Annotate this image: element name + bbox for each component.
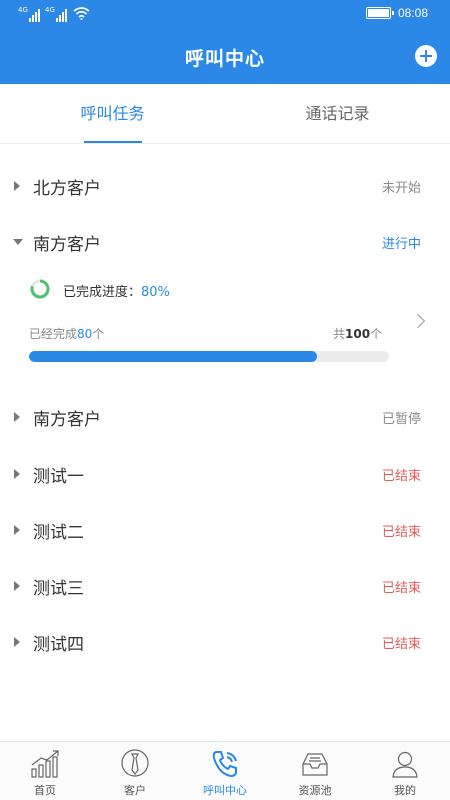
tab-bar: 呼叫任务 通话记录 [0, 84, 450, 144]
task-name: 测试二 [33, 523, 84, 543]
task-name: 测试三 [33, 579, 84, 599]
task-status: 进行中 [381, 237, 421, 252]
progress-bar [29, 351, 389, 362]
user-icon [392, 751, 418, 778]
total-count: 100 [345, 327, 371, 341]
nav-label: 资源池 [298, 784, 332, 797]
progress-percent: 80% [141, 285, 170, 300]
nav-label: 我的 [394, 784, 416, 797]
task-status: 未开始 [381, 181, 421, 196]
task-row-expanded[interactable]: 南方客户 进行中 [0, 222, 450, 262]
signal-1-label: 4G [18, 6, 28, 14]
nav-home[interactable]: 首页 [0, 742, 90, 800]
task-status: 已结束 [381, 637, 421, 652]
caret-right-icon [14, 581, 20, 591]
nav-label: 客户 [124, 784, 146, 797]
task-row[interactable]: 测试二 已结束 [0, 510, 450, 550]
status-bar: 4G 4G 08:08 [0, 0, 450, 28]
nav-call-center[interactable]: 呼叫中心 [180, 742, 270, 800]
task-name: 南方客户 [33, 410, 101, 430]
nav-label: 呼叫中心 [203, 784, 247, 797]
app-header: 呼叫中心 [0, 28, 450, 84]
phone-icon [212, 751, 237, 778]
signal-1-icon: 4G [18, 6, 41, 22]
add-button[interactable] [415, 45, 437, 67]
caret-right-icon [14, 181, 20, 191]
customer-tie-icon [121, 749, 149, 777]
task-row[interactable]: 测试一 已结束 [0, 454, 450, 494]
active-tab-indicator [84, 141, 142, 143]
total-count-label: 共100个 [333, 325, 382, 342]
nav-customers[interactable]: 客户 [90, 742, 180, 800]
tab-call-tasks[interactable]: 呼叫任务 [0, 84, 225, 144]
battery-icon [366, 7, 394, 19]
total-prefix: 共 [333, 327, 346, 341]
task-status: 已暂停 [381, 412, 421, 427]
signal-2-icon: 4G [45, 6, 68, 22]
task-name: 南方客户 [33, 235, 101, 255]
progress-label: 已完成进度：80% [63, 281, 170, 300]
inbox-tray-icon [302, 753, 328, 776]
bottom-nav: 首页 客户 呼叫中心 资源池 我的 [0, 741, 450, 800]
tab-call-records[interactable]: 通话记录 [225, 84, 450, 144]
nav-profile[interactable]: 我的 [360, 742, 450, 800]
done-count-label: 已经完成80个 [29, 325, 104, 342]
task-status: 已结束 [381, 525, 421, 540]
task-status: 已结束 [381, 581, 421, 596]
caret-down-icon [13, 239, 23, 245]
nav-resource-pool[interactable]: 资源池 [270, 742, 360, 800]
task-status: 已结束 [381, 469, 421, 484]
progress-bar-fill [29, 351, 317, 362]
task-row[interactable]: 测试三 已结束 [0, 566, 450, 606]
page-title: 呼叫中心 [184, 48, 265, 70]
done-prefix: 已经完成 [29, 327, 78, 341]
task-name: 测试四 [33, 635, 84, 655]
progress-prefix: 已完成进度： [63, 285, 142, 300]
task-row[interactable]: 北方客户 未开始 [0, 166, 450, 206]
chart-growth-icon [31, 750, 59, 778]
done-count: 80 [77, 327, 93, 341]
caret-right-icon [14, 525, 20, 535]
nav-label: 首页 [34, 784, 56, 797]
total-suffix: 个 [370, 327, 383, 341]
caret-right-icon [14, 412, 20, 422]
caret-right-icon [14, 469, 20, 479]
done-suffix: 个 [92, 327, 105, 341]
task-name: 测试一 [33, 467, 84, 487]
task-row[interactable]: 测试四 已结束 [0, 622, 450, 662]
status-time: 08:08 [398, 6, 429, 20]
chevron-right-icon[interactable] [410, 313, 426, 329]
wifi-icon [73, 7, 90, 20]
signal-2-label: 4G [45, 6, 55, 14]
task-name: 北方客户 [33, 179, 101, 199]
caret-right-icon [14, 637, 20, 647]
task-row[interactable]: 南方客户 已暂停 [0, 397, 450, 437]
task-progress-detail[interactable]: 已完成进度：80% 已经完成80个 共100个 [0, 268, 450, 378]
progress-ring-icon [30, 279, 50, 299]
